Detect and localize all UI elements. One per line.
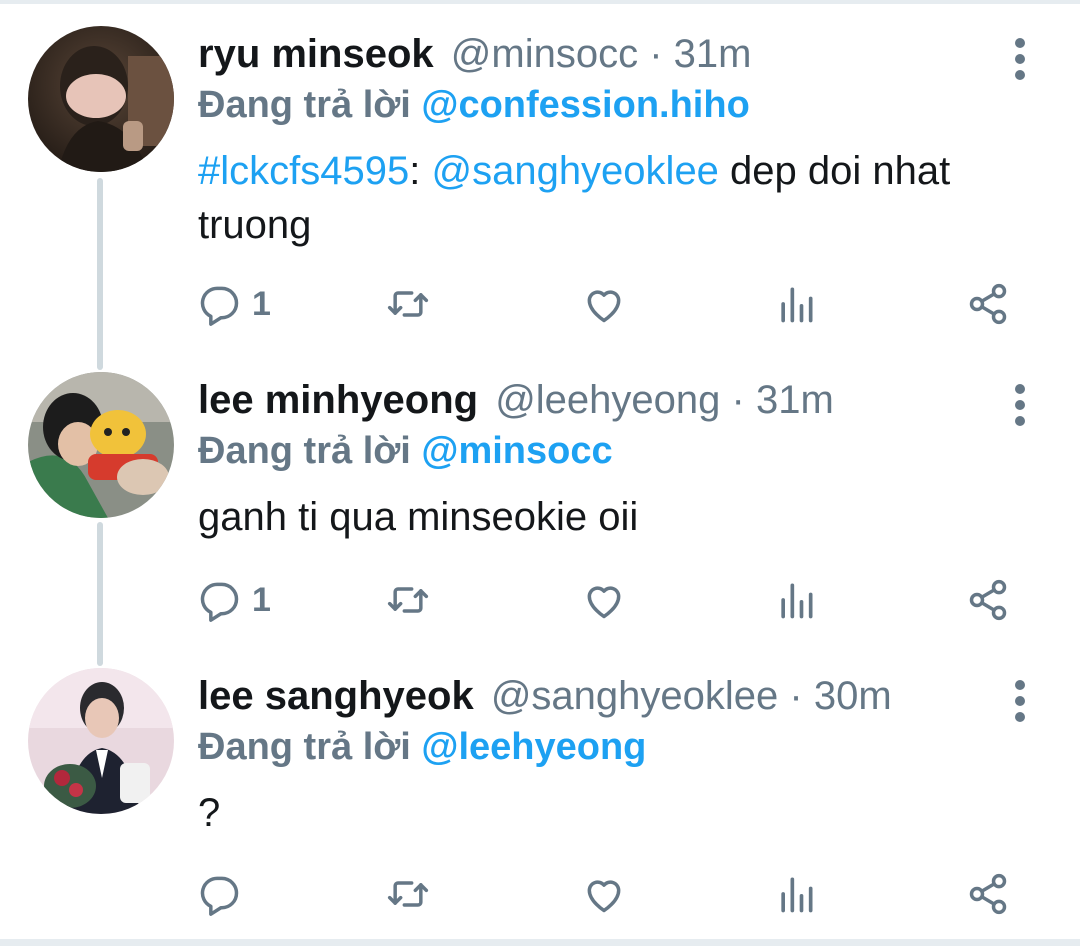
tweet-text: ganh ti qua minseokie oii [198, 490, 1038, 544]
tweet-header: ryu minseok @minsocc · 31m [198, 26, 751, 82]
retweet-icon [387, 881, 429, 907]
reply-count: 1 [252, 580, 271, 619]
share-button[interactable] [966, 274, 1010, 334]
reply-button[interactable]: 1 [198, 274, 271, 334]
like-icon [587, 586, 621, 619]
display-name[interactable]: lee minhyeong [198, 378, 478, 422]
user-handle[interactable]: @leehyeong [495, 378, 720, 422]
more-options-icon[interactable] [1006, 34, 1036, 84]
avatar[interactable] [28, 26, 174, 172]
display-name[interactable]: ryu minseok [198, 32, 434, 76]
share-icon [969, 579, 1007, 621]
avatar[interactable] [28, 668, 174, 814]
like-icon [587, 290, 621, 323]
share-icon [969, 873, 1007, 915]
replying-mention[interactable]: @confession.hiho [421, 84, 749, 126]
separator: · [649, 32, 663, 76]
replying-mention[interactable]: @leehyeong [421, 726, 646, 768]
like-button[interactable] [582, 570, 626, 630]
user-handle[interactable]: @sanghyeoklee [491, 674, 778, 718]
retweet-icon [387, 291, 429, 317]
share-icon [969, 283, 1007, 325]
analytics-button[interactable] [774, 864, 818, 924]
replying-to: Đang trả lời @minsocc [198, 424, 613, 478]
tweet-header: lee sanghyeok @sanghyeoklee · 30m [198, 668, 892, 724]
text-content: dep doi nhat [718, 149, 951, 193]
reply-button[interactable] [198, 864, 252, 924]
replying-to: Đang trả lời @confession.hiho [198, 78, 750, 132]
retweet-icon [387, 587, 429, 613]
avatar-image [28, 668, 174, 814]
timestamp[interactable]: 31m [756, 378, 834, 422]
tweet[interactable]: lee sanghyeok @sanghyeoklee · 30m Đang t… [0, 668, 1080, 930]
reply-icon [200, 286, 239, 326]
replying-label: Đang trả lời [198, 726, 411, 768]
retweet-button[interactable] [386, 570, 430, 630]
reply-count: 1 [252, 284, 271, 323]
replying-to: Đang trả lời @leehyeong [198, 720, 646, 774]
tweet-header: lee minhyeong @leehyeong · 31m [198, 372, 834, 428]
replying-mention[interactable]: @minsocc [421, 430, 612, 472]
reply-icon [200, 876, 239, 916]
mention-link[interactable]: @sanghyeoklee [431, 149, 718, 193]
action-bar [198, 864, 1048, 924]
display-name[interactable]: lee sanghyeok [198, 674, 474, 718]
tweet-text: #lckcfs4595: @sanghyeoklee dep doi nhat … [198, 144, 1038, 252]
retweet-button[interactable] [386, 864, 430, 924]
separator: · [789, 674, 803, 718]
tweet-text: ? [198, 786, 1038, 840]
timestamp[interactable]: 30m [814, 674, 892, 718]
action-bar: 1 [198, 570, 1048, 630]
like-button[interactable] [582, 274, 626, 334]
top-divider [0, 0, 1080, 4]
text-colon: : [409, 149, 432, 193]
user-handle[interactable]: @minsocc [451, 32, 638, 76]
text-content: ? [198, 791, 221, 835]
analytics-button[interactable] [774, 570, 818, 630]
tweet[interactable]: lee minhyeong @leehyeong · 31m Đang trả … [0, 372, 1080, 642]
reply-icon [200, 582, 239, 622]
avatar[interactable] [28, 372, 174, 518]
analytics-icon [781, 877, 813, 913]
more-options-icon[interactable] [1006, 676, 1036, 726]
replying-label: Đang trả lời [198, 430, 411, 472]
text-content: ganh ti qua minseokie oii [198, 495, 639, 539]
text-content-line2: truong [198, 203, 312, 247]
reply-button[interactable]: 1 [198, 570, 271, 630]
more-options-icon[interactable] [1006, 380, 1036, 430]
share-button[interactable] [966, 864, 1010, 924]
like-icon [587, 880, 621, 913]
action-bar: 1 [198, 274, 1048, 334]
avatar-image [28, 372, 174, 518]
hashtag-link[interactable]: #lckcfs4595 [198, 149, 409, 193]
avatar-image [28, 26, 174, 172]
bottom-divider [0, 939, 1080, 946]
like-button[interactable] [582, 864, 626, 924]
retweet-button[interactable] [386, 274, 430, 334]
analytics-button[interactable] [774, 274, 818, 334]
tweet[interactable]: ryu minseok @minsocc · 31m Đang trả lời … [0, 26, 1080, 346]
separator: · [731, 378, 745, 422]
share-button[interactable] [966, 570, 1010, 630]
analytics-icon [781, 287, 813, 323]
timestamp[interactable]: 31m [674, 32, 752, 76]
replying-label: Đang trả lời [198, 84, 411, 126]
analytics-icon [781, 583, 813, 619]
